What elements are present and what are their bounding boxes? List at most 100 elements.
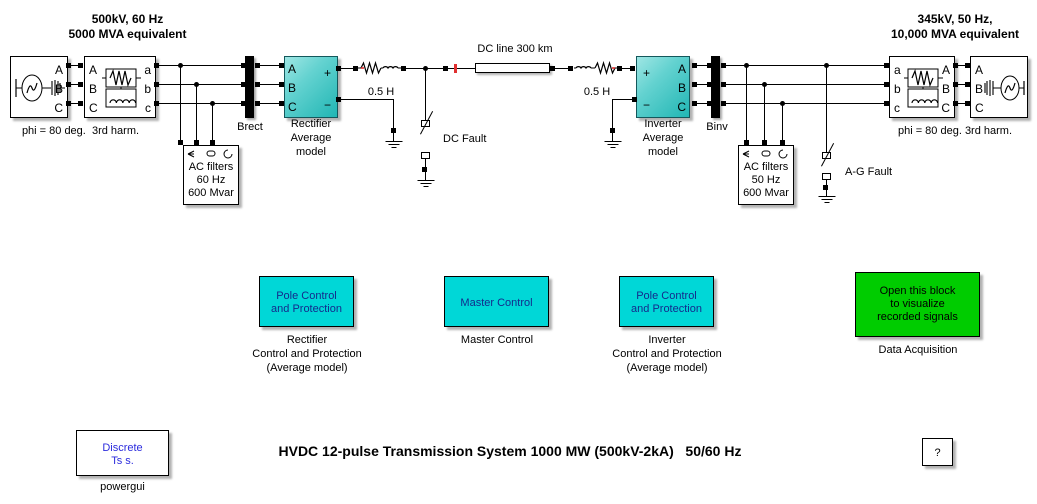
inverter-caption-line1: Inverter <box>644 118 682 130</box>
wire-filter-b <box>764 84 765 143</box>
wire <box>341 99 394 100</box>
wire-filter-a <box>746 65 747 143</box>
rectifier-dc-plus: + <box>323 66 331 80</box>
wire-filter-c <box>212 103 213 143</box>
master-control-block[interactable]: Master Control <box>444 276 549 327</box>
right-filter-port-glyphs <box>739 147 793 159</box>
wire <box>448 68 475 69</box>
data-acquisition-line1: Open this block <box>879 285 956 297</box>
dc-line-block[interactable] <box>475 63 550 73</box>
left-xfmr-in-b: B <box>89 82 98 96</box>
right-xfmr-in-c: c <box>894 101 900 115</box>
rectifier-pole-control-block[interactable]: Pole Control and Protection <box>259 276 354 327</box>
powergui-line2: Ts s. <box>111 455 134 467</box>
wire-bus-c <box>159 103 245 104</box>
port <box>78 63 83 68</box>
ground-symbol <box>604 141 621 149</box>
left-transformer-block[interactable]: A B C a b c <box>84 56 156 118</box>
wire-bus-a <box>726 65 886 66</box>
left-smoothing-reactor-label: 0.5 H <box>367 86 395 98</box>
port <box>707 101 712 106</box>
rectifier-caption-line3: model <box>296 146 326 158</box>
help-label: ? <box>934 447 941 459</box>
wire-ag-fault <box>826 65 827 152</box>
powergui-block[interactable]: Discrete Ts s. <box>76 430 169 476</box>
right-source-terminal-b: B <box>975 82 984 96</box>
smoothing-reactor-right-symbol <box>574 60 619 76</box>
left-source-terminal-c: C <box>54 101 63 115</box>
right-smoothing-reactor-label: 0.5 H <box>583 86 611 98</box>
ac-source-symbol <box>984 75 1025 101</box>
wire-bus-c <box>726 103 886 104</box>
breaker-binv[interactable] <box>711 56 720 118</box>
breaker-brect-label: Brect <box>237 121 263 133</box>
port <box>568 66 573 71</box>
control-0-caption-line2: Control and Protection <box>252 348 362 360</box>
ground-symbol <box>385 141 402 149</box>
right-ac-filter-block[interactable]: AC filters 50 Hz 600 Mvar <box>738 145 794 205</box>
port <box>707 63 712 68</box>
wire <box>425 172 426 180</box>
wire-filter-c <box>782 103 783 143</box>
wire <box>393 133 394 141</box>
wire <box>393 99 394 131</box>
dc-line-measurement-marker <box>454 64 457 73</box>
rl-branch-symbol <box>102 68 141 108</box>
rectifier-caption-line2: Average <box>290 132 332 144</box>
rectifier-caption-line1: Rectifier <box>290 118 332 130</box>
inverter-average-model-block[interactable]: + − A B C <box>636 56 690 118</box>
left-ac-source-block[interactable]: A B C <box>10 56 68 118</box>
left-xfmr-out-a: a <box>144 63 151 77</box>
control-0-line2: and Protection <box>271 303 342 315</box>
left-ac-filter-block[interactable]: AC filters 60 Hz 600 Mvar <box>183 145 239 205</box>
inverter-pole-control-block[interactable]: Pole Control and Protection <box>619 276 714 327</box>
ground-symbol <box>818 196 835 204</box>
right-source-terminal-a: A <box>975 63 984 77</box>
rectifier-dc-minus: − <box>323 98 331 112</box>
rectifier-terminal-c: C <box>288 100 297 114</box>
control-0-caption-line1: Rectifier <box>286 334 328 346</box>
left-source-caption-line1: 500kV, 60 Hz <box>91 12 164 26</box>
inverter-caption-line3: model <box>648 146 678 158</box>
port <box>241 63 246 68</box>
port <box>241 82 246 87</box>
wire-filter-b <box>196 84 197 143</box>
data-acquisition-line3: recorded signals <box>877 311 958 323</box>
page-title: HVDC 12-pulse Transmission System 1000 M… <box>278 443 742 459</box>
breaker-binv-label: Binv <box>706 121 728 133</box>
control-1-caption-line1: Master Control <box>460 334 534 346</box>
left-source-terminal-a: A <box>54 63 63 77</box>
right-source-caption-line1: 345kV, 50 Hz, <box>917 12 993 26</box>
left-source-caption-line2: 5000 MVA equivalent <box>68 27 187 41</box>
right-source-caption-line2: 10,000 MVA equivalent <box>890 27 1020 41</box>
powergui-caption: powergui <box>100 481 145 493</box>
port <box>630 66 635 71</box>
help-block[interactable]: ? <box>922 438 953 466</box>
port <box>550 66 555 71</box>
dc-fault-label: DC Fault <box>443 133 487 145</box>
rectifier-terminal-a: A <box>288 62 297 76</box>
left-source-terminal-b: B <box>54 82 63 96</box>
wire-bus-b <box>159 84 245 85</box>
right-filter-line2: 50 Hz <box>751 174 781 186</box>
right-transformer-block[interactable]: a b c A B C <box>889 56 955 118</box>
inverter-terminal-c: C <box>677 100 686 114</box>
breaker-brect[interactable] <box>245 56 254 118</box>
port <box>241 101 246 106</box>
right-ac-source-block[interactable]: A B C <box>970 56 1028 118</box>
right-filter-line1: AC filters <box>743 161 789 173</box>
data-acquisition-block[interactable]: Open this block to visualize recorded si… <box>855 272 980 337</box>
right-source-note: phi = 80 deg. 3rd harm. <box>897 125 1013 137</box>
left-filter-line3: 600 Mvar <box>188 187 234 199</box>
rectifier-average-model-block[interactable]: A B C + − <box>284 56 338 118</box>
inverter-terminal-b: B <box>677 81 686 95</box>
control-0-caption-line3: (Average model) <box>266 362 348 374</box>
left-xfmr-out-c: c <box>145 101 151 115</box>
right-xfmr-in-b: b <box>894 82 901 96</box>
ag-fault-label: A-G Fault <box>845 166 893 178</box>
left-source-note: phi = 80 deg. 3rd harm. <box>21 125 140 137</box>
port <box>78 82 83 87</box>
wire-dc-fault <box>425 68 426 120</box>
inverter-terminal-a: A <box>677 62 686 76</box>
inverter-dc-minus: − <box>643 98 651 112</box>
